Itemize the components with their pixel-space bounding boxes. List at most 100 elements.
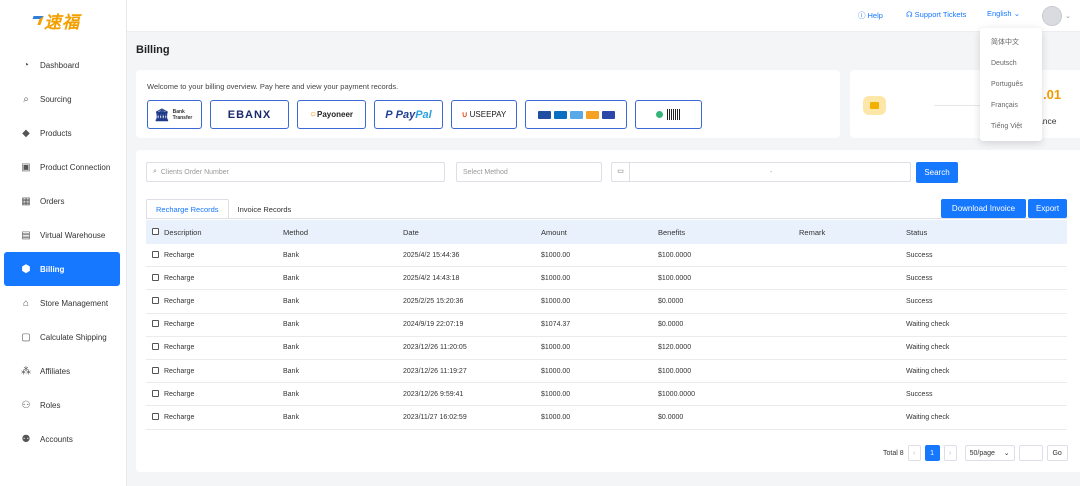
sidebar-item-dashboard[interactable]: ◔ Dashboard <box>4 48 120 82</box>
sidebar-item-virtual-warehouse[interactable]: ▤ Virtual Warehouse <box>4 218 120 252</box>
table-row[interactable]: Recharge Bank 2025/4/2 14:43:18 $1000.00 $10… <box>146 267 1067 291</box>
table-cell: Recharge <box>164 297 195 305</box>
sidebar-item-calculate-shipping[interactable]: ▢ Calculate Shipping <box>4 320 120 354</box>
sidebar-item-sourcing[interactable]: ⌕ Sourcing <box>4 82 120 116</box>
goto-page-input[interactable] <box>1018 445 1043 461</box>
sidebar-item-accounts[interactable]: ⚉ Accounts <box>4 422 120 456</box>
sidebar-item-products[interactable]: ◆ Products <box>4 116 120 150</box>
table-cell: Bank <box>283 390 299 398</box>
row-checkbox[interactable] <box>152 412 159 420</box>
sidebar-item-affiliates[interactable]: ⁂ Affiliates <box>4 354 120 388</box>
table-cell: 2023/12/26 11:20:05 <box>403 344 467 352</box>
prev-page-button[interactable]: ‹ <box>907 445 921 461</box>
column-header: Method <box>283 227 309 237</box>
card-icon <box>601 110 615 119</box>
table-row[interactable]: Recharge Bank 2025/4/2 15:44:36 $1000.00 $10… <box>146 244 1067 268</box>
avatar-chevron-icon[interactable]: ⌄ <box>1065 12 1071 20</box>
grid-icon: ▦ <box>21 195 31 207</box>
sidebar-item-orders[interactable]: ▦ Orders <box>4 184 120 218</box>
checkbox-cell <box>146 366 164 376</box>
oxxo-button[interactable] <box>635 100 702 129</box>
column-header: Date <box>403 227 419 237</box>
tab-invoice-records[interactable]: Invoice Records <box>229 199 301 219</box>
sidebar-item-billing[interactable]: ⬢ Billing <box>4 252 120 286</box>
row-checkbox[interactable] <box>152 273 159 281</box>
search-button[interactable]: Search <box>916 162 958 183</box>
row-checkbox[interactable] <box>152 250 159 258</box>
table-cell: 2023/11/27 16:02:59 <box>403 413 467 421</box>
sidebar-item-label: Calculate Shipping <box>40 332 107 342</box>
sidebar-item-product-connection[interactable]: ▣ Product Connection <box>4 150 120 184</box>
sidebar-item-roles[interactable]: ⚇ Roles <box>4 388 120 422</box>
table-cell: 2025/4/2 14:43:18 <box>403 274 460 282</box>
order-number-input[interactable]: ⌕ Clients Order Number <box>146 162 445 182</box>
oxxo-logo-icon <box>656 111 663 118</box>
tabs-divider <box>146 218 1067 219</box>
help-link[interactable]: ⓘ Help <box>858 10 883 21</box>
ebanx-button[interactable]: EBANX <box>210 100 289 129</box>
language-option[interactable]: 简体中文 <box>980 32 1042 53</box>
headset-icon: ☊ <box>906 10 913 19</box>
table-row[interactable]: Recharge Bank 2023/12/26 11:19:27 $1000.00 $… <box>146 360 1067 384</box>
method-select[interactable]: Select Method <box>456 162 602 182</box>
date-range-picker[interactable]: ▭ - <box>611 162 911 182</box>
bank-icon: 🏛︎ <box>154 107 170 122</box>
language-option[interactable]: Tiếng Việt <box>980 116 1042 137</box>
barcode-icon <box>667 109 681 120</box>
sidebar-item-store-management[interactable]: ⌂ Store Management <box>4 286 120 320</box>
table-cell: Waiting check <box>906 344 950 352</box>
bank-transfer-button[interactable]: 🏛︎ Bank Transfer <box>147 100 202 129</box>
table-cell: $1000.00 <box>541 390 571 398</box>
chevron-down-icon: ⌄ <box>1013 9 1020 18</box>
table-row[interactable]: Recharge Bank 2023/11/27 16:02:59 $1000.00 $… <box>146 406 1067 430</box>
card-payment-button[interactable] <box>525 100 627 129</box>
tab-recharge-records[interactable]: Recharge Records <box>146 199 229 219</box>
row-checkbox[interactable] <box>152 366 159 374</box>
language-option[interactable]: Português <box>980 74 1042 95</box>
select-all-checkbox[interactable] <box>152 227 159 235</box>
row-checkbox[interactable] <box>152 296 159 304</box>
table-cell: Bank <box>283 297 299 305</box>
go-button[interactable]: Go <box>1046 445 1068 461</box>
language-option[interactable]: Deutsch <box>980 53 1042 74</box>
row-checkbox[interactable] <box>152 320 159 328</box>
language-option[interactable]: Français <box>980 95 1042 116</box>
table-cell: Success <box>906 274 933 282</box>
table-cell: Recharge <box>164 390 195 398</box>
table-cell: $1000.00 <box>541 413 571 421</box>
table-row[interactable]: Recharge Bank 2023/12/26 9:59:41 $1000.00 $1… <box>146 383 1067 407</box>
page-1-button[interactable]: 1 <box>924 445 940 461</box>
search-icon: ⌕ <box>153 168 157 175</box>
row-checkbox[interactable] <box>152 389 159 397</box>
chevron-down-icon: ⌄ <box>1003 450 1010 457</box>
table-cell: Bank <box>283 344 299 352</box>
logo[interactable]: 速福 <box>0 0 126 40</box>
next-page-button[interactable]: › <box>943 445 957 461</box>
records-tabs: Recharge Records Invoice Records <box>146 199 300 219</box>
avatar[interactable] <box>1042 6 1062 26</box>
table-row[interactable]: Recharge Bank 2025/2/25 15:20:36 $1000.00 $0… <box>146 290 1067 314</box>
payoneer-button[interactable]: ○ Payoneer <box>297 100 366 129</box>
support-tickets-link[interactable]: ☊ Support Tickets <box>906 10 966 19</box>
sidebar-item-label: Store Management <box>40 298 109 308</box>
table-body: Recharge Bank 2025/4/2 15:44:36 $1000.00 $10… <box>146 244 1067 430</box>
table-cell: $120.0000 <box>658 344 692 352</box>
sidebar: 速福 ◔ Dashboard ⌕ Sourcing ◆ Products ▣ Product … <box>0 0 127 486</box>
table-row[interactable]: Recharge Bank 2023/12/26 11:20:05 $1000.00 $… <box>146 337 1067 360</box>
column-header: Description <box>164 227 202 237</box>
download-invoice-button[interactable]: Download Invoice <box>941 199 1026 218</box>
paypal-button[interactable]: P Pay Pal <box>374 100 443 129</box>
table-cell: Recharge <box>164 413 195 421</box>
dashboard-icon: ◔ <box>22 59 30 71</box>
language-selector[interactable]: English ⌄ <box>987 9 1020 18</box>
row-checkbox[interactable] <box>152 343 159 351</box>
table-cell: $1000.00 <box>541 297 571 305</box>
useepay-button[interactable]: ∪ USEEPAY <box>451 100 517 129</box>
billing-icon: ⬢ <box>21 263 31 275</box>
total-count: Total 8 <box>883 449 904 457</box>
card-icon <box>585 110 599 119</box>
export-button[interactable]: Export <box>1028 199 1067 218</box>
table-row[interactable]: Recharge Bank 2024/9/19 22:07:19 $1074.37 $0… <box>146 314 1067 337</box>
page-size-select[interactable]: 50/page ⌄ <box>964 445 1015 461</box>
accounts-icon: ⚉ <box>21 433 31 445</box>
